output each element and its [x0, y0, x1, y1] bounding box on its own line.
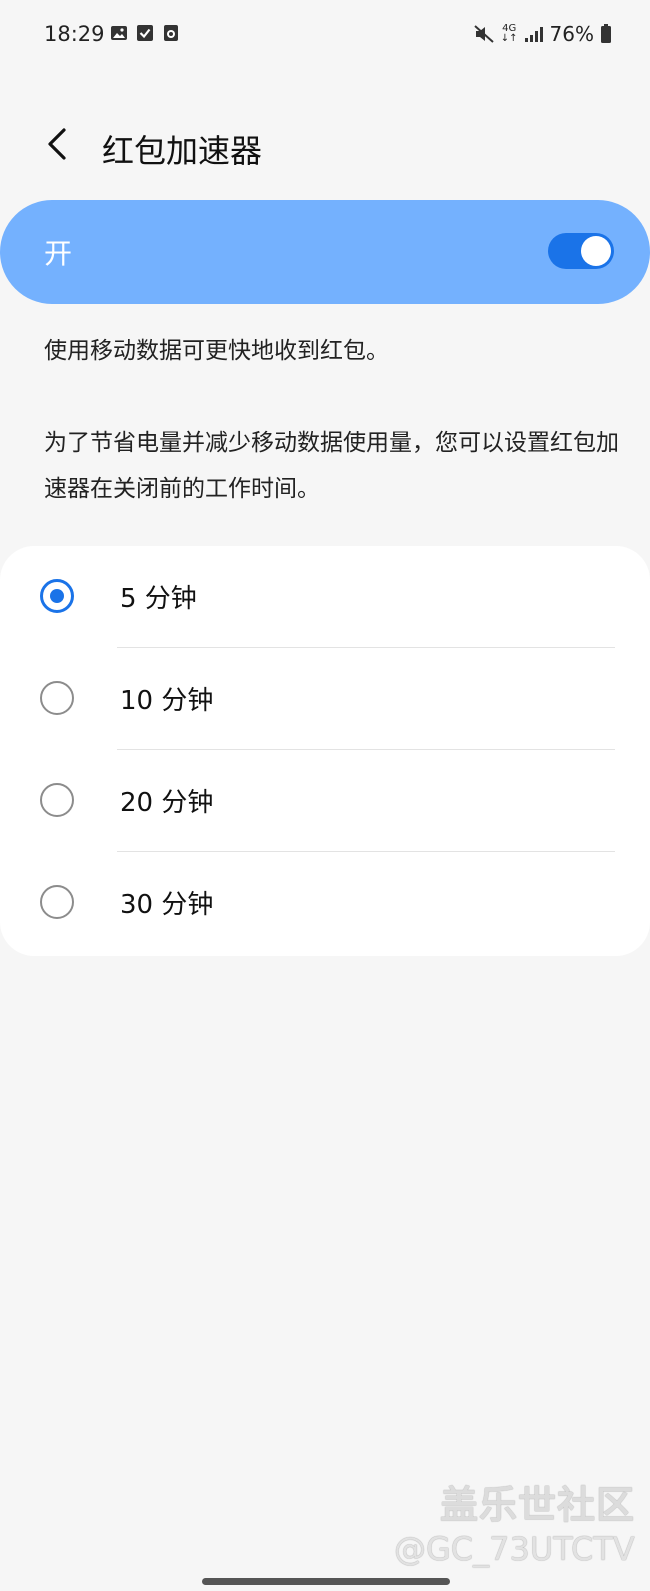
chevron-left-icon — [48, 128, 66, 160]
watermark-community: 盖乐世社区 — [440, 1483, 636, 1527]
option-30-minutes[interactable]: 30 分钟 — [0, 852, 650, 954]
network-type: 4G ↓↑ — [500, 23, 518, 44]
status-notification-icons — [110, 24, 180, 42]
signal-icon — [524, 27, 543, 42]
toggle-knob — [581, 236, 611, 266]
radio-unselected-icon[interactable] — [40, 783, 74, 817]
master-switch-bar[interactable]: 开 — [0, 200, 650, 304]
mute-icon — [474, 25, 494, 43]
option-10-minutes[interactable]: 10 分钟 — [0, 648, 650, 750]
option-label: 20 分钟 — [120, 788, 214, 818]
status-time: 18:29 — [44, 22, 105, 46]
status-right: 4G ↓↑ 76% — [473, 22, 612, 46]
battery-percent: 76% — [549, 22, 594, 46]
app-notification-icon — [164, 25, 178, 41]
watermark-user: @GC_73UTCTV — [394, 1530, 635, 1568]
master-switch-label: 开 — [44, 237, 73, 270]
master-toggle[interactable] — [548, 233, 614, 269]
image-icon — [111, 26, 127, 40]
option-label: 5 分钟 — [120, 584, 197, 614]
check-square-icon — [137, 25, 153, 41]
status-bar: 18:29 4G ↓↑ 76% — [0, 0, 650, 70]
option-5-minutes[interactable]: 5 分钟 — [0, 546, 650, 648]
description-secondary: 为了节省电量并减少移动数据使用量，您可以设置红包加速器在关闭前的工作时间。 — [44, 430, 619, 502]
option-label: 30 分钟 — [120, 890, 214, 920]
option-label: 10 分钟 — [120, 686, 214, 716]
option-20-minutes[interactable]: 20 分钟 — [0, 750, 650, 852]
battery-icon — [601, 24, 611, 43]
app-header: 红包加速器 — [0, 110, 650, 180]
radio-selected-icon[interactable] — [40, 579, 74, 613]
page-title: 红包加速器 — [102, 132, 263, 170]
radio-unselected-icon[interactable] — [40, 681, 74, 715]
description-primary: 使用移动数据可更快地收到红包。 — [44, 338, 389, 364]
duration-options-card: 5 分钟 10 分钟 20 分钟 30 分钟 — [0, 546, 650, 956]
back-button[interactable] — [40, 122, 80, 166]
radio-unselected-icon[interactable] — [40, 885, 74, 919]
home-indicator[interactable] — [202, 1578, 450, 1585]
